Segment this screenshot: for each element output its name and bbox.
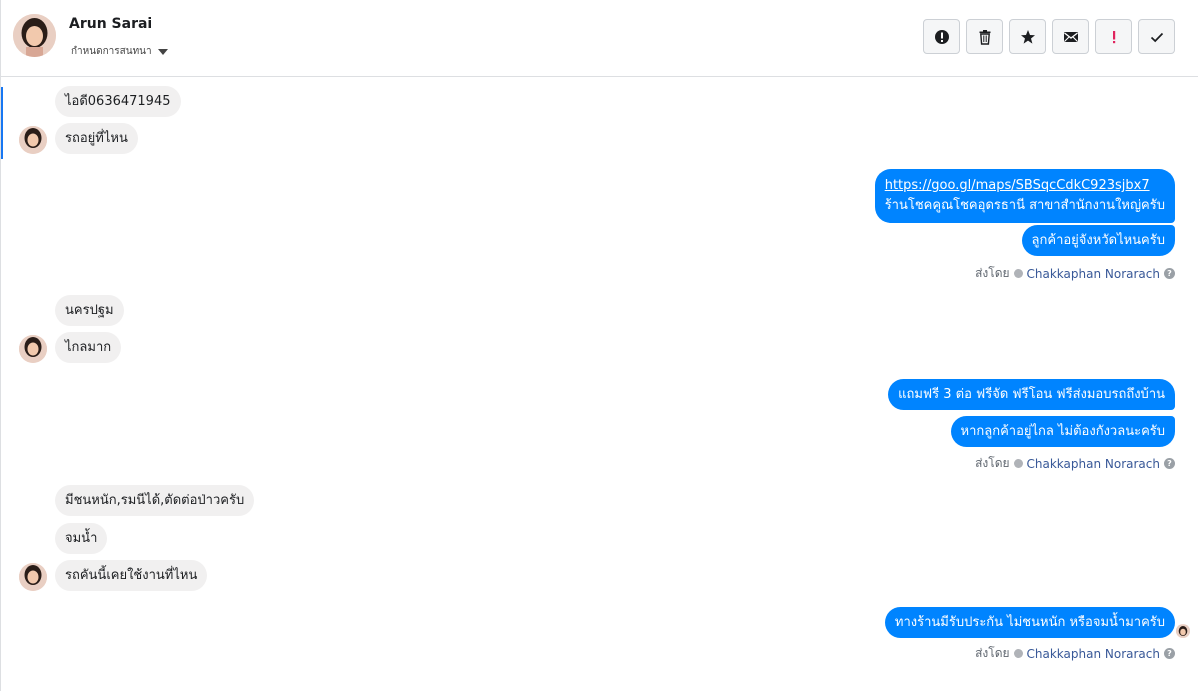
star-button[interactable] <box>1009 19 1046 54</box>
exclamation-icon <box>1112 30 1115 43</box>
sent-by-label: ส่งโดย <box>975 266 1010 280</box>
verified-icon <box>1013 269 1023 278</box>
conversation-schedule-dropdown[interactable]: กำหนดการสนทนา <box>71 44 168 59</box>
avatar[interactable] <box>19 563 47 591</box>
verified-icon <box>1013 459 1023 468</box>
caret-down-icon <box>157 49 168 55</box>
star-icon <box>1020 29 1035 44</box>
conversation-panel: Arun Sarai กำหนดการสนทนา ไอดี0636471945 … <box>0 0 1198 691</box>
avatar[interactable] <box>19 335 47 363</box>
sent-by-label: ส่งโดย <box>975 646 1010 660</box>
sender-name[interactable]: Chakkaphan Norarach <box>1027 647 1160 661</box>
help-icon[interactable]: ? <box>1164 458 1175 469</box>
delete-button[interactable] <box>966 19 1003 54</box>
message-thread: ไอดี0636471945 รถอยู่ที่ไหน https://goo.… <box>1 77 1198 691</box>
selection-indicator <box>1 87 3 159</box>
message-outgoing[interactable]: หากลูกค้าอยู่ไกล ไม่ต้องกังวลนะครับ <box>950 416 1175 447</box>
sent-by-info: ส่งโดย Chakkaphan Norarach ? <box>975 644 1175 663</box>
message-text: ร้านโชคคูณโชคอุดรธานี สาขาสำนักงานใหญ่คร… <box>884 198 1165 213</box>
checkmark-icon <box>1150 32 1163 42</box>
conversation-header: Arun Sarai กำหนดการสนทนา <box>1 0 1198 77</box>
sent-by-label: ส่งโดย <box>975 456 1010 470</box>
header-toolbar <box>923 19 1175 54</box>
sent-by-info: ส่งโดย Chakkaphan Norarach ? <box>975 264 1175 283</box>
alert-button[interactable] <box>923 19 960 54</box>
message-link[interactable]: https://goo.gl/maps/SBSqcCdkC923sjbx7 <box>885 176 1165 196</box>
message-outgoing[interactable]: https://goo.gl/maps/SBSqcCdkC923sjbx7 ร้… <box>874 169 1175 223</box>
message-outgoing[interactable]: ทางร้านมีรับประกัน ไม่ชนหนัก หรือจมน้ำมา… <box>884 607 1175 638</box>
schedule-label: กำหนดการสนทนา <box>71 46 152 57</box>
message-incoming[interactable]: มีชนหนัก,รมนีได้,ตัดต่อป่าวครับ <box>55 485 255 516</box>
spam-button[interactable] <box>1095 19 1132 54</box>
help-icon[interactable]: ? <box>1164 268 1175 279</box>
message-outgoing[interactable]: ลูกค้าอยู่จังหวัดไหนครับ <box>1021 225 1175 256</box>
sender-name[interactable]: Chakkaphan Norarach <box>1027 267 1160 281</box>
avatar[interactable] <box>13 14 56 57</box>
alert-circle-icon <box>934 29 949 44</box>
message-incoming[interactable]: จมน้ำ <box>55 523 108 554</box>
done-button[interactable] <box>1138 19 1175 54</box>
message-outgoing[interactable]: แถมฟรี 3 ต่อ ฟรีจัด ฟรีโอน ฟรีส่งมอบรถถึ… <box>888 379 1175 410</box>
message-incoming[interactable]: นครปฐม <box>55 295 124 326</box>
contact-name: Arun Sarai <box>69 16 153 32</box>
seen-avatar <box>1176 624 1190 638</box>
trash-icon <box>979 29 990 45</box>
message-incoming[interactable]: รถอยู่ที่ไหน <box>55 123 138 154</box>
message-incoming[interactable]: รถคันนี้เคยใช้งานที่ไหน <box>55 560 208 591</box>
message-incoming[interactable]: ไกลมาก <box>55 332 122 363</box>
sent-by-info: ส่งโดย Chakkaphan Norarach ? <box>975 454 1175 473</box>
message-incoming[interactable]: ไอดี0636471945 <box>55 86 181 117</box>
verified-icon <box>1013 649 1023 658</box>
avatar[interactable] <box>19 126 47 154</box>
sender-name[interactable]: Chakkaphan Norarach <box>1027 457 1160 471</box>
help-icon[interactable]: ? <box>1164 648 1175 659</box>
mark-unread-button[interactable] <box>1052 19 1089 54</box>
envelope-icon <box>1063 31 1078 42</box>
